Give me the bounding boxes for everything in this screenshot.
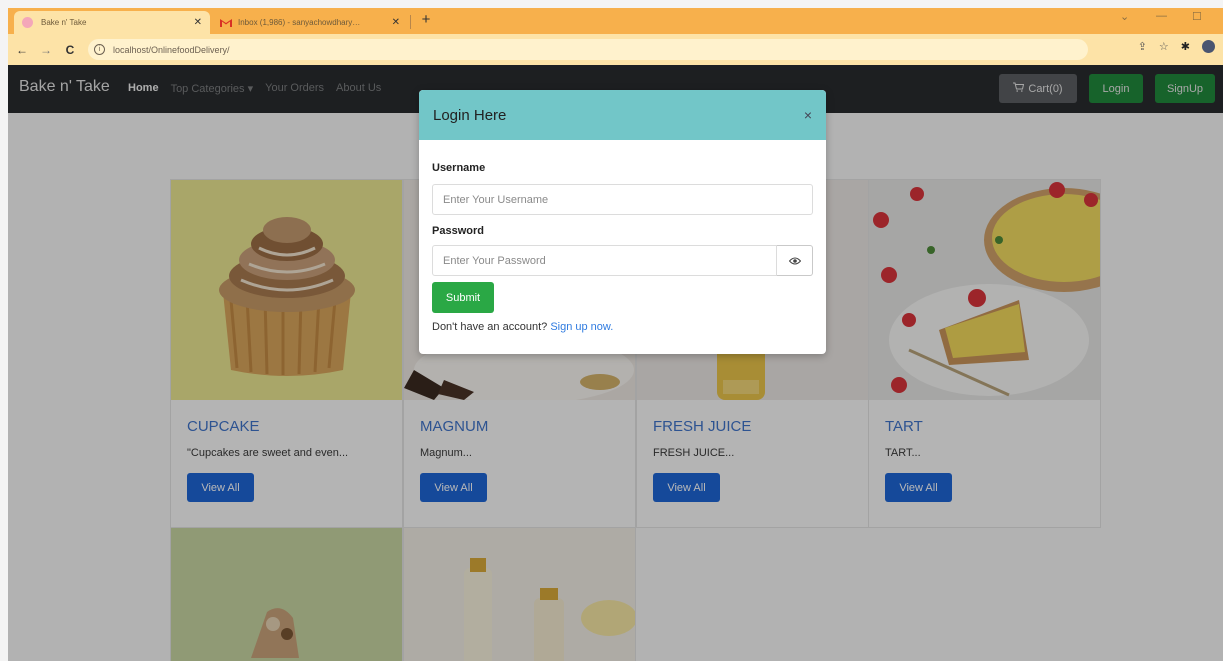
tab-label: Bake n' Take [41,18,87,27]
tab-bake-n-take[interactable]: Bake n' Take ✕ [14,11,210,34]
profile-avatar-icon[interactable] [1202,40,1215,53]
reload-icon[interactable]: C [60,43,80,57]
browser-toolbar-icons: ⇪ ☆ ✱ [1138,40,1215,53]
tab-gmail-inbox[interactable]: Inbox (1,986) - sanyachowdhary… ✕ [212,11,408,34]
url-omnibox[interactable]: i localhost/OnlinefoodDelivery/ [88,39,1088,60]
extensions-puzzle-icon[interactable]: ✱ [1181,40,1190,53]
password-label: Password [432,225,484,237]
signup-prompt-text: Don't have an account? [432,321,548,333]
modal-body: Username Password Submit Don't have an a… [419,140,826,333]
close-icon[interactable]: ✕ [194,17,202,28]
browser-chrome: Bake n' Take ✕ Inbox (1,986) - sanyachow… [8,8,1223,65]
eye-icon [788,252,801,270]
tab-strip: Bake n' Take ✕ Inbox (1,986) - sanyachow… [8,8,1223,34]
info-icon[interactable]: i [94,44,105,55]
modal-title: Login Here [433,106,507,124]
modal-header: Login Here × [419,90,826,140]
toggle-password-visibility-button[interactable] [777,245,813,276]
new-tab-plus-icon[interactable]: + [416,11,436,28]
signup-prompt-line: Don't have an account? Sign up now. [432,321,813,333]
minimize-icon[interactable]: — [1156,10,1167,22]
share-icon[interactable]: ⇪ [1138,40,1147,53]
tab-separator [410,15,411,29]
password-input-group [432,245,813,276]
gmail-favicon-icon [220,18,232,27]
maximize-icon[interactable]: ☐ [1192,10,1202,23]
back-arrow-icon[interactable]: ← [12,43,32,57]
username-label: Username [432,162,486,174]
close-icon[interactable]: ✕ [392,17,400,28]
tab-label: Inbox (1,986) - sanyachowdhary… [238,18,361,27]
url-text: localhost/OnlinefoodDelivery/ [113,44,230,55]
address-bar-row: ← → C i localhost/OnlinefoodDelivery/ ⇪ … [8,34,1223,65]
forward-arrow-icon[interactable]: → [36,43,56,57]
tab-search-chevron-icon[interactable]: ⌄ [1120,10,1129,23]
password-input[interactable] [432,245,777,276]
sign-up-now-link[interactable]: Sign up now. [550,321,613,333]
submit-button[interactable]: Submit [432,282,494,313]
bookmark-star-icon[interactable]: ☆ [1159,40,1169,53]
close-icon[interactable]: × [804,107,812,123]
cupcake-favicon-icon [22,17,33,28]
login-modal: Login Here × Username Password Submit Do… [419,90,826,354]
username-input[interactable] [432,184,813,215]
